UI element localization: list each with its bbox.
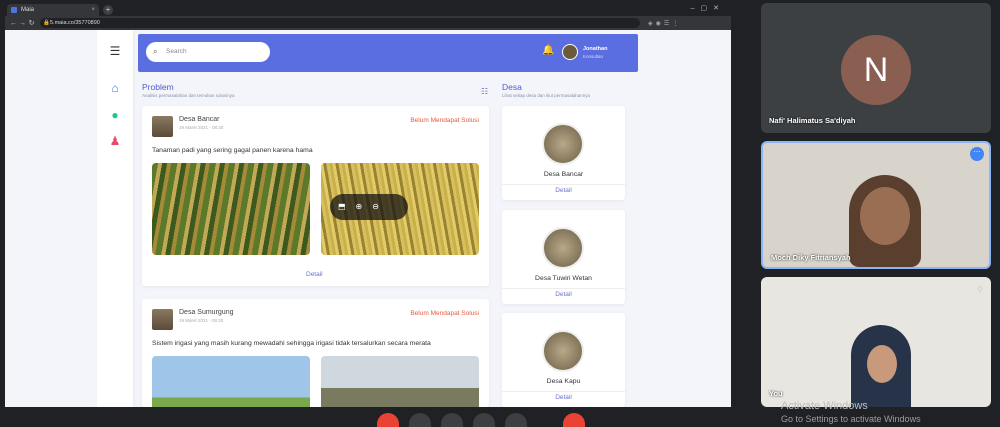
url-text: 5.maia.co/35770890	[50, 20, 100, 26]
divider	[502, 391, 625, 392]
problem-photo[interactable]	[321, 356, 479, 407]
desa-title: Desa	[502, 82, 522, 92]
desa-card[interactable]: Desa Bancar Detail	[502, 106, 625, 200]
image-viewer-controls[interactable]: ⬒⊕⊖	[330, 194, 408, 220]
user-name: Jonathan	[583, 46, 608, 52]
participant-name: Nafi' Halimatus Sa'diyah	[769, 116, 856, 125]
desa-name: Desa Kapu	[546, 378, 581, 385]
location-pin-icon[interactable]: ●	[107, 108, 123, 122]
detail-link[interactable]: Detail	[306, 271, 323, 278]
desa-photo	[542, 123, 584, 165]
url-input[interactable]: 🔒 5.maia.co/35770890	[40, 18, 640, 28]
participant-name: You	[769, 389, 783, 398]
desa-photo	[542, 330, 584, 372]
sidebar: ☰ ⌂ ● ♟	[97, 30, 133, 407]
menu-icon[interactable]: ☰	[107, 44, 123, 58]
problem-photo[interactable]	[152, 356, 310, 407]
status-badge: Belum Mendapat Solusi	[410, 310, 479, 317]
browser-window: Maia × + –▢✕ ← → ↻ 🔒 5.maia.co/35770890 …	[5, 3, 731, 407]
divider	[502, 184, 625, 185]
address-bar-row: ← → ↻ 🔒 5.maia.co/35770890 ◈◉☰⋮	[5, 16, 731, 30]
status-badge: Belum Mendapat Solusi	[410, 117, 479, 124]
bell-icon[interactable]: 🔔	[542, 45, 554, 56]
participant-avatar: N	[841, 35, 911, 105]
desa-card[interactable]: Desa Tuwiri Wetan Detail	[502, 210, 625, 304]
search-input[interactable]: ⌕ Search	[146, 42, 270, 62]
village-name: Desa Bancar	[179, 116, 220, 123]
back-icon[interactable]: ←	[9, 20, 18, 27]
window-controls[interactable]: –▢✕	[691, 4, 725, 12]
user-role: Konsultan	[583, 54, 604, 59]
participant-name: Moch Diky Fitriansyah	[771, 253, 851, 262]
user-icon[interactable]: ♟	[107, 134, 123, 148]
activate-windows-watermark: Activate Windows	[781, 400, 868, 412]
village-thumbnail	[152, 309, 173, 330]
post-date: 19 Maret 2021 - 08:30	[179, 125, 224, 130]
problem-photo[interactable]	[152, 163, 310, 255]
desa-subtitle: Lihat setiap desa dan ikut permasalahann…	[502, 93, 591, 98]
problem-photo[interactable]: ⬒⊕⊖	[321, 163, 479, 255]
app-page: ☰ ⌂ ● ♟ ⌕ Search 🔔 Jonathan Konsultan Pr…	[5, 30, 731, 407]
new-tab-button[interactable]: +	[103, 5, 113, 15]
problem-card[interactable]: Desa Bancar 19 Maret 2021 - 08:30 Belum …	[142, 106, 489, 286]
favicon-icon	[11, 7, 17, 13]
desa-photo	[542, 227, 584, 269]
post-date: 19 Maret 2021 - 08:30	[179, 318, 224, 323]
home-icon[interactable]: ⌂	[107, 81, 123, 95]
desa-name: Desa Bancar	[543, 171, 584, 178]
problem-card[interactable]: Desa Sumurgung 19 Maret 2021 - 08:30 Bel…	[142, 299, 489, 407]
top-navbar: ⌕ Search 🔔 Jonathan Konsultan	[138, 34, 638, 72]
close-tab-icon[interactable]: ×	[91, 4, 95, 16]
pin-icon[interactable]: ⚲	[977, 285, 983, 294]
problem-description: Sistem irigasi yang masih kurang mewadah…	[152, 340, 431, 347]
desa-card[interactable]: Desa Kapu Detail	[502, 313, 625, 407]
desa-detail-link[interactable]: Detail	[502, 394, 625, 401]
reload-icon[interactable]: ↻	[27, 19, 36, 27]
participant-tile[interactable]: ⋯ Moch Diky Fitriansyah	[761, 141, 991, 269]
participant-tile[interactable]: ⚲ You	[761, 277, 991, 407]
search-placeholder: Search	[166, 48, 187, 55]
forward-icon[interactable]: →	[18, 20, 27, 27]
extension-icons[interactable]: ◈◉☰⋮	[648, 20, 681, 27]
problem-description: Tanaman padi yang sering gagal panen kar…	[152, 147, 313, 154]
desa-detail-link[interactable]: Detail	[502, 187, 625, 194]
search-icon: ⌕	[153, 47, 158, 56]
tab-bar: Maia × + –▢✕	[5, 3, 731, 16]
browser-tab[interactable]: Maia ×	[7, 4, 99, 16]
desa-detail-link[interactable]: Detail	[502, 291, 625, 298]
avatar[interactable]	[562, 44, 578, 60]
filter-icon[interactable]: ☷	[481, 87, 488, 96]
participant-video	[849, 175, 921, 267]
problem-title: Problem	[142, 82, 174, 92]
desa-name: Desa Tuwiri Wetan	[535, 275, 592, 282]
more-options-icon[interactable]: ⋯	[970, 147, 984, 161]
tab-title: Maia	[21, 7, 35, 13]
problem-subtitle: Analisis permasalahan dan temukan solusi…	[142, 93, 235, 98]
divider	[502, 288, 625, 289]
village-thumbnail	[152, 116, 173, 137]
participant-video	[851, 325, 911, 407]
participant-tile[interactable]: N Nafi' Halimatus Sa'diyah	[761, 3, 991, 133]
lock-icon: 🔒	[43, 20, 50, 26]
activate-windows-subtext: Go to Settings to activate Windows	[781, 414, 921, 424]
village-name: Desa Sumurgung	[179, 309, 234, 316]
